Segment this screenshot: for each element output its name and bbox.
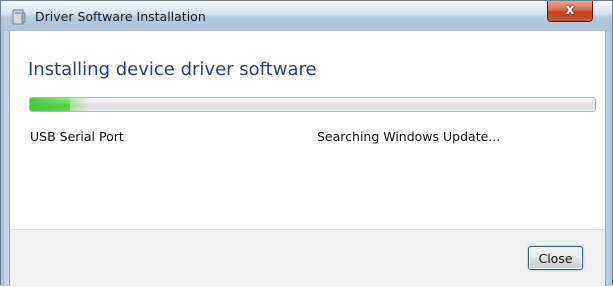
button-panel: Close	[10, 229, 605, 287]
install-status: Searching Windows Update...	[317, 129, 501, 144]
driver-install-icon	[12, 9, 26, 25]
window-title: Driver Software Installation	[35, 9, 206, 24]
close-icon: x	[565, 2, 575, 18]
dialog-content: Installing device driver software USB Se…	[9, 31, 606, 287]
progress-glow	[30, 98, 90, 111]
dialog-heading: Installing device driver software	[28, 59, 317, 80]
device-name: USB Serial Port	[30, 129, 124, 144]
window-close-button[interactable]: x	[547, 1, 593, 22]
driver-install-window: Driver Software Installation x Installin…	[0, 0, 613, 287]
install-progress-bar	[29, 97, 596, 112]
window-frame-left	[1, 31, 9, 286]
close-button[interactable]: Close	[528, 246, 583, 270]
title-bar[interactable]: Driver Software Installation x	[1, 1, 612, 31]
